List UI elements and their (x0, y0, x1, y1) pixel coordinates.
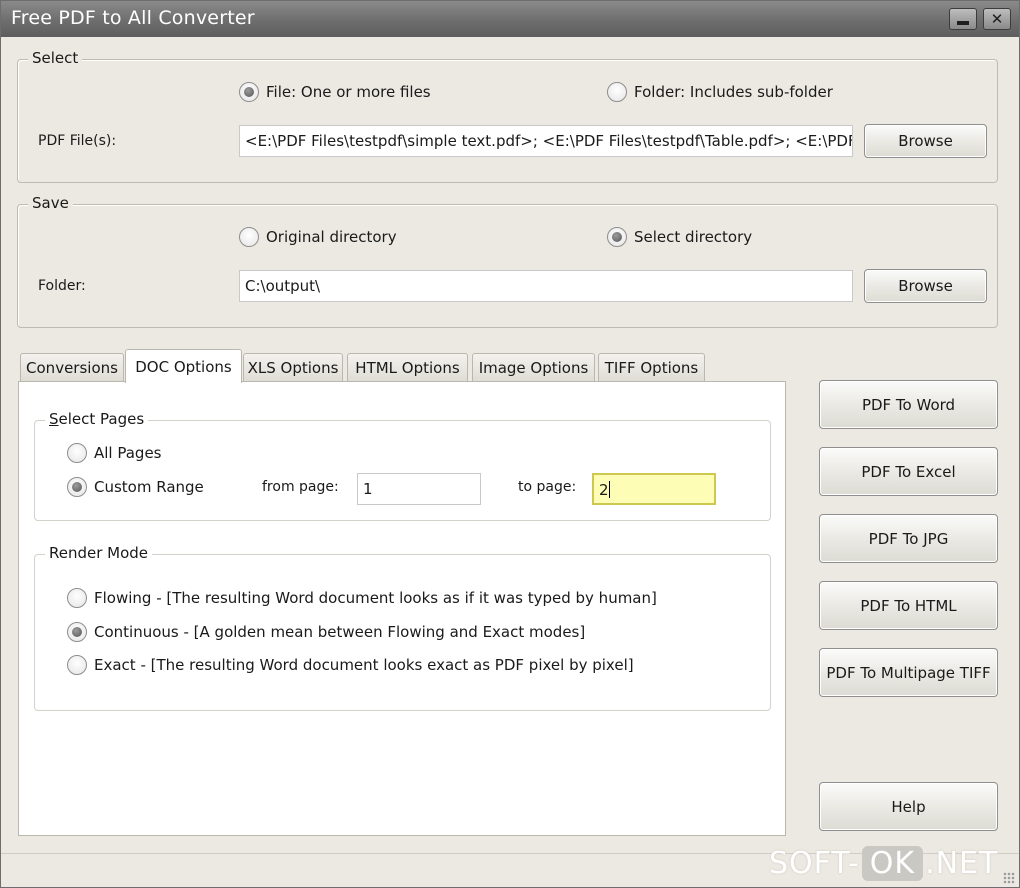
radio-continuous-label: Continuous - [A golden mean between Flow… (94, 623, 586, 641)
watermark-ok: OK (861, 845, 924, 881)
from-page-input[interactable]: 1 (357, 473, 481, 505)
radio-select-directory[interactable]: Select directory (607, 227, 752, 247)
render-mode-legend: Render Mode (45, 544, 153, 562)
radio-folder-label: Folder: Includes sub-folder (634, 83, 833, 101)
watermark-right: .NET (925, 845, 999, 881)
radio-all-pages-label: All Pages (94, 444, 162, 462)
select-pages-legend: Select Pages (45, 410, 149, 428)
to-page-input[interactable]: 2 (592, 473, 716, 505)
text-caret (608, 481, 610, 498)
minimize-icon (957, 21, 969, 25)
save-group-legend: Save (28, 194, 73, 212)
minimize-button[interactable] (949, 8, 977, 30)
window-title: Free PDF to All Converter (11, 7, 255, 29)
tab-html-options[interactable]: HTML Options (347, 353, 468, 382)
folder-input[interactable]: C:\output\ (239, 270, 853, 302)
pdf-to-jpg-button[interactable]: PDF To JPG (819, 514, 998, 563)
render-mode-group: Render Mode Flowing - [The resulting Wor… (34, 544, 771, 711)
pdf-files-input[interactable]: <E:\PDF Files\testpdf\simple text.pdf>; … (239, 125, 853, 157)
browse-pdf-button[interactable]: Browse (864, 124, 987, 158)
watermark-left: SOFT- (769, 845, 860, 881)
help-button[interactable]: Help (819, 782, 998, 831)
radio-custom-range-label: Custom Range (94, 478, 204, 496)
radio-custom-range[interactable]: Custom Range (67, 477, 204, 497)
radio-custom-range-indicator (67, 477, 87, 497)
radio-exact-label: Exact - [The resulting Word document loo… (94, 656, 634, 674)
radio-original-label: Original directory (266, 228, 397, 246)
from-page-label: from page: (262, 479, 339, 495)
tab-doc-options[interactable]: DOC Options (125, 349, 242, 383)
to-page-value: 2 (599, 481, 609, 499)
select-group: Select File: One or more files Folder: I… (17, 49, 998, 183)
select-pages-group: Select Pages All Pages Custom Range from… (34, 410, 771, 521)
radio-flowing-label: Flowing - [The resulting Word document l… (94, 589, 657, 607)
app-window: Free PDF to All Converter ✕ Select File:… (0, 0, 1020, 888)
save-group: Save Original directory Select directory… (17, 194, 998, 328)
pdf-to-excel-button[interactable]: PDF To Excel (819, 447, 998, 496)
radio-exact-indicator (67, 655, 87, 675)
browse-folder-button[interactable]: Browse (864, 269, 987, 303)
select-group-legend: Select (28, 49, 83, 67)
close-button[interactable]: ✕ (983, 8, 1011, 30)
tab-xls-options[interactable]: XLS Options (243, 353, 343, 382)
radio-flowing[interactable]: Flowing - [The resulting Word document l… (67, 588, 657, 608)
watermark: SOFT- OK .NET (769, 843, 998, 883)
tab-tiff-options[interactable]: TIFF Options (598, 353, 705, 382)
pdf-to-word-button[interactable]: PDF To Word (819, 380, 998, 429)
radio-file-indicator (239, 82, 259, 102)
radio-all-pages[interactable]: All Pages (67, 443, 162, 463)
tab-conversions[interactable]: Conversions (20, 353, 124, 382)
pdf-to-multipage-tiff-button[interactable]: PDF To Multipage TIFF (819, 648, 998, 697)
resize-grip-icon[interactable] (1003, 872, 1015, 884)
radio-file[interactable]: File: One or more files (239, 82, 431, 102)
doc-options-panel: Select Pages All Pages Custom Range from… (18, 381, 786, 836)
radio-all-pages-indicator (67, 443, 87, 463)
radio-original-indicator (239, 227, 259, 247)
pdf-files-label: PDF File(s): (38, 133, 117, 149)
close-icon: ✕ (990, 10, 1004, 28)
radio-continuous-indicator (67, 622, 87, 642)
pdf-to-html-button[interactable]: PDF To HTML (819, 581, 998, 630)
title-bar: Free PDF to All Converter ✕ (1, 1, 1019, 37)
radio-original-directory[interactable]: Original directory (239, 227, 397, 247)
radio-exact[interactable]: Exact - [The resulting Word document loo… (67, 655, 634, 675)
tab-image-options[interactable]: Image Options (472, 353, 595, 382)
radio-folder[interactable]: Folder: Includes sub-folder (607, 82, 833, 102)
radio-folder-indicator (607, 82, 627, 102)
radio-select-indicator (607, 227, 627, 247)
folder-label: Folder: (38, 278, 86, 294)
radio-select-label: Select directory (634, 228, 753, 246)
to-page-label: to page: (518, 479, 577, 495)
radio-file-label: File: One or more files (266, 83, 431, 101)
radio-flowing-indicator (67, 588, 87, 608)
radio-continuous[interactable]: Continuous - [A golden mean between Flow… (67, 622, 585, 642)
